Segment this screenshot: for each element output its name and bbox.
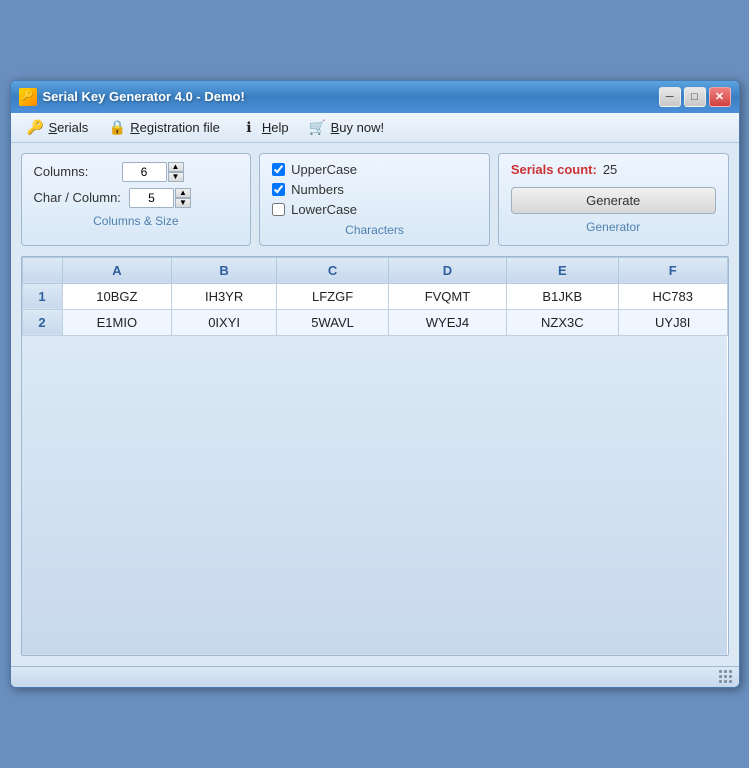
menu-buy-label: Buy now! xyxy=(331,120,384,135)
numbers-checkbox[interactable] xyxy=(272,183,285,196)
generate-button[interactable]: Generate xyxy=(511,187,716,214)
columns-up-btn[interactable]: ▲ xyxy=(168,162,184,172)
app-icon: 🔑 xyxy=(19,88,37,106)
char-column-up-btn[interactable]: ▲ xyxy=(175,188,191,198)
status-bar xyxy=(11,666,739,687)
row-num-1: 1 xyxy=(22,283,62,309)
numbers-row: Numbers xyxy=(272,182,477,197)
row2-col-f: UYJ8I xyxy=(618,309,727,335)
menu-help[interactable]: ℹ Help xyxy=(232,116,297,138)
lowercase-row: LowerCase xyxy=(272,202,477,217)
columns-down-btn[interactable]: ▼ xyxy=(168,172,184,182)
char-column-input-wrap: ▲ ▼ xyxy=(129,188,191,208)
numbers-label: Numbers xyxy=(291,182,344,197)
resize-dot xyxy=(729,670,732,673)
close-button[interactable]: ✕ xyxy=(709,87,731,107)
serials-table: A B C D E F 1 10BGZ IH3YR LFZGF FVQMT xyxy=(22,257,728,656)
row-num-2: 2 xyxy=(22,309,62,335)
row1-col-e: B1JKB xyxy=(506,283,618,309)
header-row: A B C D E F xyxy=(22,257,727,283)
header-col-c: C xyxy=(276,257,388,283)
resize-dot xyxy=(719,675,722,678)
row2-col-d: WYEJ4 xyxy=(389,309,506,335)
table-container: A B C D E F 1 10BGZ IH3YR LFZGF FVQMT xyxy=(21,256,729,657)
buy-icon: 🛒 xyxy=(309,118,327,136)
row2-col-c: 5WAVL xyxy=(276,309,388,335)
header-col-f: F xyxy=(618,257,727,283)
menu-registration[interactable]: 🔒 Registration file xyxy=(100,116,228,138)
columns-input-wrap: ▲ ▼ xyxy=(122,162,184,182)
generator-section: Serials count: 25 Generate Generator xyxy=(498,153,729,246)
lowercase-label: LowerCase xyxy=(291,202,357,217)
header-col-b: B xyxy=(172,257,277,283)
columns-row: Columns: ▲ ▼ xyxy=(34,162,239,182)
columns-input[interactable] xyxy=(122,162,167,182)
resize-dot xyxy=(719,670,722,673)
resize-dot xyxy=(729,675,732,678)
help-icon: ℹ xyxy=(240,118,258,136)
columns-section-label: Columns & Size xyxy=(34,214,239,228)
resize-dot xyxy=(724,680,727,683)
char-column-label: Char / Column: xyxy=(34,190,121,205)
menu-bar: 🔑 Serials 🔒 Registration file ℹ Help 🛒 B… xyxy=(11,113,739,143)
main-window: 🔑 Serial Key Generator 4.0 - Demo! ─ □ ✕… xyxy=(10,80,740,689)
title-bar-left: 🔑 Serial Key Generator 4.0 - Demo! xyxy=(19,88,245,106)
serials-count-value: 25 xyxy=(603,162,617,177)
serials-icon: 🔑 xyxy=(27,118,45,136)
uppercase-checkbox[interactable] xyxy=(272,163,285,176)
table-row: 2 E1MIO 0IXYI 5WAVL WYEJ4 NZX3C UYJ8I xyxy=(22,309,727,335)
char-column-row: Char / Column: ▲ ▼ xyxy=(34,188,239,208)
columns-spinner: ▲ ▼ xyxy=(168,162,184,182)
table-header: A B C D E F xyxy=(22,257,727,283)
row1-col-c: LFZGF xyxy=(276,283,388,309)
row2-col-b: 0IXYI xyxy=(172,309,277,335)
main-content: Columns: ▲ ▼ Char / Column: ▲ xyxy=(11,143,739,667)
maximize-button[interactable]: □ xyxy=(684,87,706,107)
table-row: 1 10BGZ IH3YR LFZGF FVQMT B1JKB HC783 xyxy=(22,283,727,309)
registration-icon: 🔒 xyxy=(108,118,126,136)
window-title: Serial Key Generator 4.0 - Demo! xyxy=(43,89,245,104)
header-col-e: E xyxy=(506,257,618,283)
table-body: 1 10BGZ IH3YR LFZGF FVQMT B1JKB HC783 2 … xyxy=(22,283,727,655)
lowercase-checkbox[interactable] xyxy=(272,203,285,216)
characters-section: UpperCase Numbers LowerCase Characters xyxy=(259,153,490,246)
minimize-button[interactable]: ─ xyxy=(659,87,681,107)
resize-handle[interactable] xyxy=(719,670,733,684)
columns-section: Columns: ▲ ▼ Char / Column: ▲ xyxy=(21,153,252,246)
title-bar: 🔑 Serial Key Generator 4.0 - Demo! ─ □ ✕ xyxy=(11,81,739,113)
header-col-a: A xyxy=(62,257,172,283)
char-column-input[interactable] xyxy=(129,188,174,208)
menu-buy[interactable]: 🛒 Buy now! xyxy=(301,116,392,138)
row1-col-f: HC783 xyxy=(618,283,727,309)
resize-dot xyxy=(724,675,727,678)
resize-dot xyxy=(719,680,722,683)
uppercase-label: UpperCase xyxy=(291,162,357,177)
serials-count-row: Serials count: 25 xyxy=(511,162,716,177)
row1-col-d: FVQMT xyxy=(389,283,506,309)
row1-col-a: 10BGZ xyxy=(62,283,172,309)
menu-registration-label: Registration file xyxy=(130,120,220,135)
header-col-d: D xyxy=(389,257,506,283)
columns-label: Columns: xyxy=(34,164,114,179)
resize-dot xyxy=(724,670,727,673)
generator-section-label: Generator xyxy=(511,220,716,234)
row2-col-a: E1MIO xyxy=(62,309,172,335)
controls-panel: Columns: ▲ ▼ Char / Column: ▲ xyxy=(21,153,729,246)
char-column-spinner: ▲ ▼ xyxy=(175,188,191,208)
row1-col-b: IH3YR xyxy=(172,283,277,309)
menu-help-label: Help xyxy=(262,120,289,135)
row2-col-e: NZX3C xyxy=(506,309,618,335)
resize-dot xyxy=(729,680,732,683)
title-buttons: ─ □ ✕ xyxy=(659,87,731,107)
header-empty xyxy=(22,257,62,283)
characters-section-label: Characters xyxy=(272,223,477,237)
menu-serials-label: Serials xyxy=(49,120,89,135)
uppercase-row: UpperCase xyxy=(272,162,477,177)
char-column-down-btn[interactable]: ▼ xyxy=(175,198,191,208)
menu-serials[interactable]: 🔑 Serials xyxy=(19,116,97,138)
serials-count-label: Serials count: xyxy=(511,162,597,177)
table-row-empty xyxy=(22,335,727,655)
